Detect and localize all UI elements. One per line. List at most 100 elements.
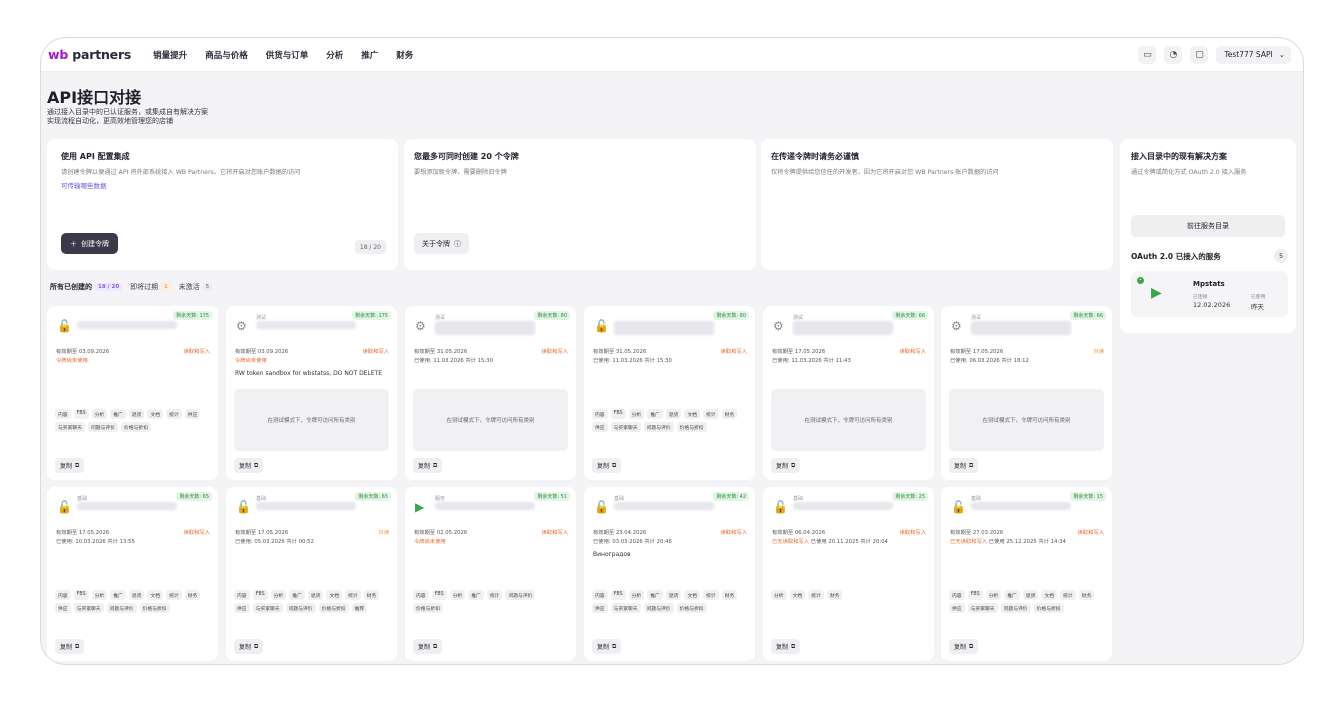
token-type: 基础 bbox=[971, 496, 982, 502]
token-card[interactable]: 🔓 剩余天数: 175 有效期至 03.09.2026 读取和写入 令牌尚未使用 内容 FB… bbox=[47, 306, 218, 480]
valid-until: 有效期至 03.09.2026 bbox=[56, 349, 110, 355]
nav-finance[interactable]: 财务 bbox=[396, 49, 413, 61]
permission-tag: 推广 bbox=[468, 590, 484, 600]
usage-info: 已使用: 11.03.2026 共计 15:30 bbox=[593, 358, 672, 364]
permission-tag: 供应 bbox=[184, 409, 201, 419]
token-type: 测试 bbox=[793, 315, 804, 321]
filter-inactive[interactable]: 未激活 5 bbox=[179, 282, 213, 292]
token-card[interactable]: 🔓 基础 剩余天数: 15 有效期至 27.03.2026 读取和写入 已无读取和写入 已… bbox=[941, 487, 1112, 661]
filter-all[interactable]: 所有已创建的 18 / 20 bbox=[50, 282, 123, 292]
document-icon[interactable]: ▭ bbox=[1138, 45, 1157, 64]
chat-icon[interactable]: ▢ bbox=[1190, 45, 1209, 64]
copy-button[interactable]: 复制 ⧉ bbox=[771, 458, 801, 473]
service-card-mpstats[interactable]: • ▶ Mpstats 已连接 12.02.2026 已使用 昨天 bbox=[1131, 271, 1288, 317]
permission-tag: 价格与折扣 bbox=[413, 603, 443, 613]
copy-button[interactable]: 复制 ⧉ bbox=[592, 458, 622, 473]
token-name-blurred bbox=[971, 502, 1071, 510]
token-card[interactable]: ⚙ 测试 剩余天数: 175 有效期至 03.09.2026 读取和写入 令牌尚未使用 RW… bbox=[226, 306, 397, 480]
permission-tag: 分析 bbox=[985, 590, 1002, 600]
copy-button[interactable]: 复制 ⧉ bbox=[55, 639, 85, 654]
token-name-blurred bbox=[793, 321, 893, 335]
go-to-catalog-button[interactable]: 前往服务目录 bbox=[1131, 215, 1285, 237]
permission-tags: 内容 FBS 分析 推广 退货 文档 统计 财务 供应 与买家聊天 问题与评价 价格与折扣 bbox=[592, 409, 747, 432]
copy-button[interactable]: 复制 ⧉ bbox=[234, 458, 264, 473]
permission-tag: 问题与评价 bbox=[88, 422, 118, 432]
permission-tag: 价格与折扣 bbox=[676, 422, 707, 432]
permission-tag: 供应 bbox=[949, 603, 965, 613]
permission-tag: 文档 bbox=[1041, 590, 1058, 600]
account-name: Test777 SAPI bbox=[1224, 50, 1273, 59]
token-card[interactable]: 🔓 剩余天数: 80 有效期至 31.05.2026 读取和写入 已使用: 11.03.… bbox=[584, 306, 755, 480]
token-card[interactable]: 🔓 基础 剩余天数: 65 有效期至 17.05.2026 读取和写入 已使用: 10.0… bbox=[47, 487, 218, 661]
permission-tag: 文档 bbox=[147, 409, 164, 419]
permission-tag: 内容 bbox=[55, 590, 71, 600]
days-left-badge: 剩余天数: 51 bbox=[534, 492, 570, 501]
create-token-button[interactable]: ＋ 创建令牌 bbox=[61, 233, 118, 254]
token-card[interactable]: 🔓 基础 剩余天数: 65 有效期至 17.05.2026 只读 已使用: 05.03.2… bbox=[226, 487, 397, 661]
permission-tag: 价格与折扣 bbox=[1033, 603, 1064, 613]
permission-tag: 财务 bbox=[184, 590, 201, 600]
service-used-label: 已使用 bbox=[1251, 295, 1266, 300]
token-card[interactable]: 🔓 基础 剩余天数: 25 有效期至 06.04.2026 读取和写入 已无读取和写入 已… bbox=[763, 487, 934, 661]
permission-tag: 供应 bbox=[592, 422, 608, 432]
token-note: Виноградов bbox=[593, 551, 631, 558]
data-transfer-link[interactable]: 可传输哪些数据 bbox=[61, 180, 107, 190]
days-left-badge: 剩余天数: 175 bbox=[173, 311, 212, 320]
token-card[interactable]: ⚙ 测试 剩余天数: 66 有效期至 17.05.2026 读取和写入 已使用: 11.0… bbox=[763, 306, 934, 480]
copy-button[interactable]: 复制 ⧉ bbox=[949, 458, 979, 473]
account-menu[interactable]: Test777 SAPI ⌄ bbox=[1216, 45, 1291, 64]
nav-products[interactable]: 商品与价格 bbox=[205, 49, 248, 61]
permission-tag: 财务 bbox=[363, 590, 380, 600]
nav-orders[interactable]: 供货与订单 bbox=[266, 49, 309, 61]
token-card[interactable]: ⚙ 测试 剩余天数: 80 有效期至 31.05.2026 读取和写入 已使用: 11.0… bbox=[405, 306, 576, 480]
token-card[interactable]: ⚙ 测试 剩余天数: 66 有效期至 17.05.2026 只读 已使用: 06.03.2… bbox=[941, 306, 1112, 480]
nav-sales[interactable]: 销量提升 bbox=[153, 49, 187, 61]
valid-until: 有效期至 17.05.2026 bbox=[235, 530, 289, 536]
copy-button[interactable]: 复制 ⧉ bbox=[55, 458, 85, 473]
token-type: 服务 bbox=[435, 496, 446, 502]
main-nav: 销量提升 商品与价格 供货与订单 分析 推广 财务 bbox=[153, 49, 413, 61]
oauth-title: OAuth 2.0 已接入的服务 bbox=[1131, 252, 1221, 261]
token-card[interactable]: ▶ 服务 剩余天数: 51 有效期至 02.05.2026 读取和写入 令牌尚未使用 内容 F… bbox=[405, 487, 576, 661]
permission-tag: 推荐 bbox=[351, 603, 368, 613]
copy-button[interactable]: 复制 ⧉ bbox=[413, 458, 443, 473]
about-tokens-button[interactable]: 关于令牌 ⓘ bbox=[414, 233, 469, 254]
token-card[interactable]: 🔓 基础 剩余天数: 42 有效期至 23.04.2026 读取和写入 已使用: 03.0… bbox=[584, 487, 755, 661]
token-name-blurred bbox=[256, 321, 356, 329]
copy-button[interactable]: 复制 ⧉ bbox=[234, 639, 264, 654]
tile-token-limit: 您最多可同时创建 20 个令牌 要想添加新令牌，需要删除旧令牌 关于令牌 ⓘ bbox=[404, 139, 756, 270]
wb-partners-logo[interactable]: wb partners bbox=[48, 47, 131, 62]
copy-button[interactable]: 复制 ⧉ bbox=[771, 639, 801, 654]
nav-analytics[interactable]: 分析 bbox=[326, 49, 343, 61]
token-type: 测试 bbox=[435, 315, 446, 321]
mpstats-logo-icon: ▶ bbox=[1151, 285, 1162, 301]
permission-tags: 分析 文档 统计 财务 bbox=[771, 590, 926, 600]
permission-tag: 与买家聊天 bbox=[610, 603, 641, 613]
permission-tag: FBS bbox=[73, 409, 89, 419]
valid-until: 有效期至 17.05.2026 bbox=[950, 349, 1004, 355]
permission-tag: 统计 bbox=[345, 590, 361, 600]
bell-icon[interactable]: ◔ bbox=[1164, 45, 1183, 64]
days-left-badge: 剩余天数: 65 bbox=[355, 492, 391, 501]
valid-until: 有效期至 17.05.2026 bbox=[772, 349, 826, 355]
permission-tags: 内容 FBS 分析 推广 退货 文档 统计 财务 供应 与买家聊天 问题与评价 价格与折扣 bbox=[949, 590, 1104, 613]
access-mode: 读取和写入 bbox=[183, 530, 211, 536]
valid-until: 有效期至 02.05.2026 bbox=[414, 530, 468, 536]
filter-expiring[interactable]: 即将过期 1 bbox=[130, 282, 171, 292]
permission-tag: FBS bbox=[431, 590, 447, 600]
token-name-blurred bbox=[77, 321, 177, 329]
copy-button[interactable]: 复制 ⧉ bbox=[413, 639, 443, 654]
token-name-blurred bbox=[793, 502, 893, 510]
permission-tag: 与买家聊天 bbox=[610, 422, 641, 432]
nav-promotion[interactable]: 推广 bbox=[361, 49, 378, 61]
app-frame: wb partners 销量提升 商品与价格 供货与订单 分析 推广 财务 ▭ … bbox=[40, 37, 1304, 665]
top-bar: wb partners 销量提升 商品与价格 供货与订单 分析 推广 财务 ▭ … bbox=[41, 38, 1303, 72]
token-type: 基础 bbox=[77, 496, 88, 502]
copy-button[interactable]: 复制 ⧉ bbox=[592, 639, 622, 654]
unlock-icon: 🔓 bbox=[773, 500, 788, 514]
copy-button[interactable]: 复制 ⧉ bbox=[949, 639, 979, 654]
permission-tag: 文档 bbox=[326, 590, 343, 600]
usage-info: 已使用: 11.03.2026 共计 15:30 bbox=[414, 358, 493, 364]
valid-until: 有效期至 03.09.2026 bbox=[235, 349, 289, 355]
permission-tag: 退货 bbox=[128, 590, 145, 600]
